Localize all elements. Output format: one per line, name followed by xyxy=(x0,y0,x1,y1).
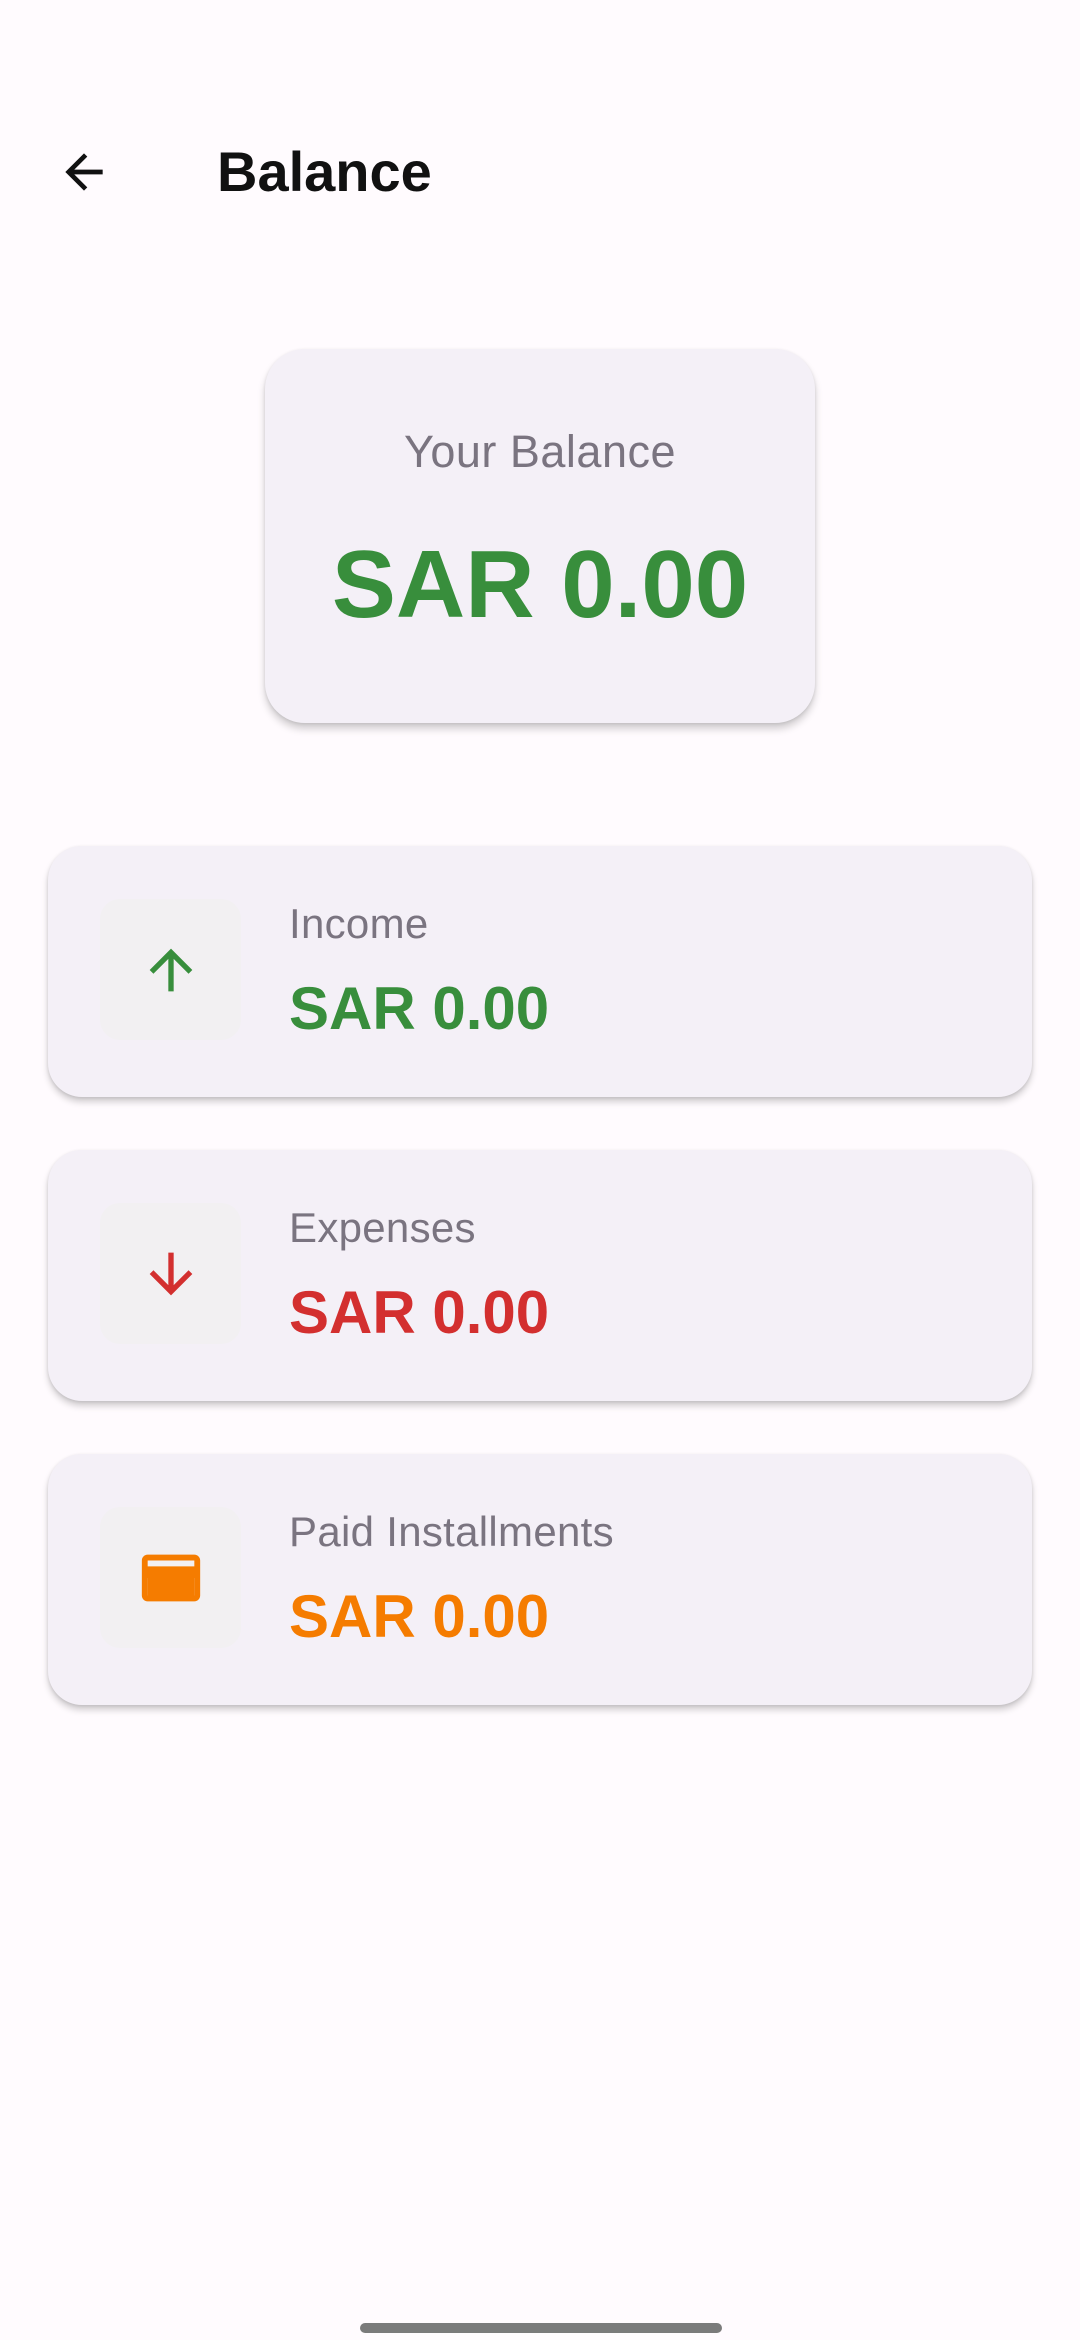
arrow-up-icon xyxy=(149,948,192,991)
installments-label: Paid Installments xyxy=(289,1508,614,1555)
income-card[interactable]: Income SAR 0.00 xyxy=(48,846,1032,1097)
income-label: Income xyxy=(289,900,429,947)
installments-value: SAR 0.00 xyxy=(289,1583,550,1650)
installments-card[interactable]: Paid Installments SAR 0.00 xyxy=(48,1454,1032,1705)
income-icon-box xyxy=(100,899,241,1040)
page-title: Balance xyxy=(217,140,432,203)
arrow-left-icon xyxy=(65,153,103,191)
balance-card: Your Balance SAR 0.00 xyxy=(265,349,815,723)
arrow-down-icon xyxy=(149,1252,192,1295)
expenses-card[interactable]: Expenses SAR 0.00 xyxy=(48,1150,1032,1401)
income-value: SAR 0.00 xyxy=(289,975,550,1042)
expenses-value: SAR 0.00 xyxy=(289,1279,550,1346)
home-indicator[interactable] xyxy=(360,2323,722,2333)
balance-value: SAR 0.00 xyxy=(331,531,749,638)
credit-card-icon xyxy=(141,1554,200,1601)
expenses-label: Expenses xyxy=(289,1204,476,1251)
app-bar: Balance xyxy=(0,96,1080,246)
expenses-icon-box xyxy=(100,1203,241,1344)
balance-label: Your Balance xyxy=(403,426,677,477)
installments-icon-box xyxy=(100,1507,241,1648)
back-button[interactable] xyxy=(40,128,128,216)
